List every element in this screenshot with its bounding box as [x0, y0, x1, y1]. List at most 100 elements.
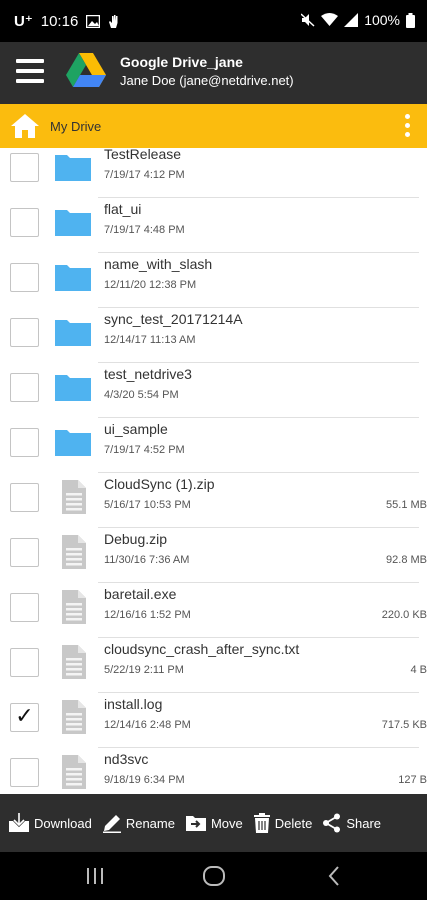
download-label: Download: [34, 815, 92, 831]
select-checkbox[interactable]: [10, 318, 39, 347]
file-date: 7/19/17 4:48 PM: [104, 224, 185, 236]
file-row[interactable]: TestRelease 7/19/17 4:12 PM: [0, 148, 427, 198]
file-date: 7/19/17 4:52 PM: [104, 444, 185, 456]
app-bar: Google Drive_jane Jane Doe (jane@netdriv…: [0, 42, 427, 104]
file-name: name_with_slash: [104, 256, 213, 272]
select-checkbox[interactable]: [10, 373, 39, 402]
file-row[interactable]: CloudSync (1).zip 5/16/17 10:53 PM 55.1 MB: [0, 473, 427, 528]
file-date: 11/30/16 7:36 AM: [104, 554, 190, 566]
file-name: CloudSync (1).zip: [104, 476, 215, 492]
file-name: sync_test_20171214A: [104, 311, 243, 327]
file-size: 55.1 MB: [386, 499, 427, 511]
account-subtitle: Jane Doe (jane@netdrive.net): [120, 73, 294, 88]
select-checkbox[interactable]: [10, 208, 39, 237]
battery-icon: [406, 12, 415, 28]
file-date: 4/3/20 5:54 PM: [104, 389, 179, 401]
select-checkbox[interactable]: [10, 263, 39, 292]
file-date: 12/11/20 12:38 PM: [104, 279, 197, 291]
battery-percent: 100%: [364, 12, 400, 28]
file-date: 5/22/19 2:11 PM: [104, 664, 184, 676]
home-button-icon[interactable]: [202, 864, 226, 888]
select-checkbox[interactable]: ✓: [10, 703, 39, 732]
document-icon: [54, 754, 92, 790]
recent-apps-icon[interactable]: [86, 864, 104, 888]
file-name: Debug.zip: [104, 531, 168, 547]
delete-label: Delete: [274, 815, 313, 831]
file-row[interactable]: flat_ui 7/19/17 4:48 PM: [0, 198, 427, 253]
account-title: Google Drive_jane: [120, 54, 243, 70]
file-date: 7/19/17 4:12 PM: [104, 169, 185, 181]
clock: 10:16: [40, 12, 79, 30]
folder-icon: [54, 259, 92, 295]
back-icon[interactable]: [326, 864, 342, 888]
folder-icon: [54, 314, 92, 350]
file-size: 127 B: [398, 774, 427, 786]
carrier-label: U⁺: [14, 13, 33, 30]
file-row[interactable]: cloudsync_crash_after_sync.txt 5/22/19 2:…: [0, 638, 427, 693]
file-name: baretail.exe: [104, 586, 177, 602]
select-checkbox[interactable]: [10, 593, 39, 622]
file-name: install.log: [104, 696, 163, 712]
hamburger-menu-icon[interactable]: [16, 59, 44, 85]
trash-icon: [253, 813, 270, 833]
file-name: flat_ui: [104, 201, 142, 217]
path-bar: My Drive: [0, 104, 427, 148]
download-icon: [9, 813, 29, 832]
system-nav-bar: [0, 852, 427, 900]
download-button[interactable]: Download: [8, 813, 92, 833]
folder-icon: [54, 424, 92, 460]
action-bar: Download Rename Move Delete Share: [0, 794, 427, 852]
file-name: TestRelease: [104, 148, 182, 162]
file-row[interactable]: baretail.exe 12/16/16 1:52 PM 220.0 KB: [0, 583, 427, 638]
file-date: 5/16/17 10:53 PM: [104, 499, 191, 511]
file-date: 9/18/19 6:34 PM: [104, 774, 185, 786]
file-date: 12/14/16 2:48 PM: [104, 719, 191, 731]
status-right: 100%: [301, 12, 415, 28]
file-size: 92.8 MB: [386, 554, 427, 566]
gallery-icon: [86, 14, 101, 28]
file-name: test_netdrive3: [104, 366, 192, 382]
rename-label: Rename: [125, 815, 175, 831]
file-row[interactable]: nd3svc 9/18/19 6:34 PM 127 B: [0, 748, 427, 794]
share-label: Share: [346, 815, 382, 831]
select-checkbox[interactable]: [10, 483, 39, 512]
file-name: nd3svc: [104, 751, 149, 767]
move-label: Move: [210, 815, 243, 831]
google-drive-logo: [66, 53, 106, 87]
folder-icon: [54, 149, 92, 185]
document-icon: [54, 699, 92, 735]
select-checkbox[interactable]: [10, 428, 39, 457]
file-date: 12/16/16 1:52 PM: [104, 609, 191, 621]
folder-icon: [54, 204, 92, 240]
move-icon: [185, 816, 206, 831]
home-icon[interactable]: [10, 113, 40, 139]
file-row[interactable]: ✓ install.log 12/14/16 2:48 PM 717.5 KB: [0, 693, 427, 748]
overflow-menu-icon[interactable]: [405, 114, 413, 140]
current-folder-label[interactable]: My Drive: [50, 119, 101, 134]
move-button[interactable]: Move: [185, 813, 243, 833]
folder-icon: [54, 369, 92, 405]
file-name: ui_sample: [104, 421, 168, 437]
file-size: 717.5 KB: [381, 719, 427, 731]
document-icon: [54, 534, 92, 570]
status-left: U⁺ 10:16: [14, 12, 119, 30]
file-size: 220.0 KB: [381, 609, 427, 621]
file-row[interactable]: test_netdrive3 4/3/20 5:54 PM: [0, 363, 427, 418]
document-icon: [54, 644, 92, 680]
file-size: 4 B: [410, 664, 427, 676]
select-checkbox[interactable]: [10, 153, 39, 182]
delete-button[interactable]: Delete: [253, 813, 313, 833]
select-checkbox[interactable]: [10, 538, 39, 567]
file-row[interactable]: sync_test_20171214A 12/14/17 11:13 AM: [0, 308, 427, 363]
document-icon: [54, 589, 92, 625]
file-row[interactable]: Debug.zip 11/30/16 7:36 AM 92.8 MB: [0, 528, 427, 583]
select-checkbox[interactable]: [10, 758, 39, 787]
rename-button[interactable]: Rename: [102, 813, 175, 833]
file-row[interactable]: ui_sample 7/19/17 4:52 PM: [0, 418, 427, 473]
share-button[interactable]: Share: [322, 813, 381, 833]
file-name: cloudsync_crash_after_sync.txt: [104, 641, 300, 657]
file-row[interactable]: name_with_slash 12/11/20 12:38 PM: [0, 253, 427, 308]
signal-icon: [344, 13, 359, 27]
file-list[interactable]: TestRelease 7/19/17 4:12 PM flat_ui 7/19/17…: [0, 148, 427, 794]
select-checkbox[interactable]: [10, 648, 39, 677]
